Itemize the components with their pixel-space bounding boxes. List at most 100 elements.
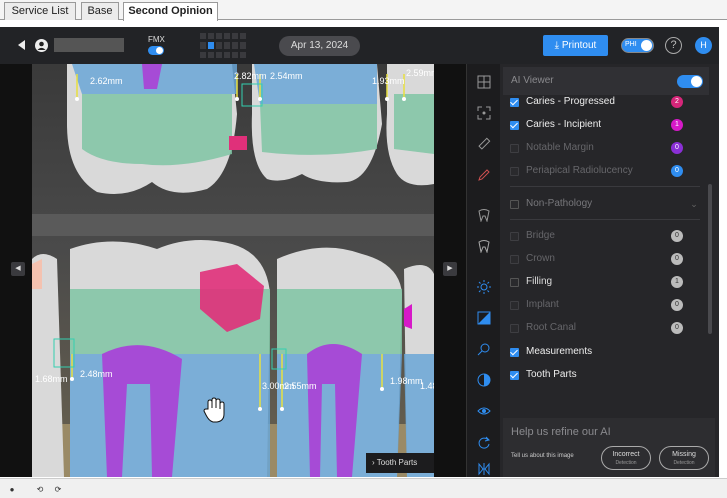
count-badge: 0 xyxy=(671,299,683,311)
count-badge: 0 xyxy=(671,142,683,154)
filter-label: Implant xyxy=(526,299,559,310)
measurement-label: 1.48 xyxy=(420,381,434,391)
filter-tooth-parts[interactable]: Tooth Parts xyxy=(510,367,690,383)
brightness-icon[interactable] xyxy=(474,277,494,297)
refine-subtitle: Tell us about this image xyxy=(511,453,574,459)
fmx-toggle[interactable] xyxy=(148,46,164,55)
filter-caries-incipient[interactable]: Caries - Incipient 1 xyxy=(510,117,690,133)
filter-label: Notable Margin xyxy=(526,142,594,153)
divider xyxy=(510,219,700,220)
button-sublabel: Detection xyxy=(615,460,637,466)
rotate-icon[interactable] xyxy=(474,433,494,453)
measurement-label: 1.93mm xyxy=(372,76,405,86)
filter-implant[interactable]: Implant 0 xyxy=(510,297,690,313)
checkbox[interactable] xyxy=(510,324,519,333)
missing-detection-button[interactable]: Missing Detection xyxy=(659,446,709,470)
exam-date-pill[interactable]: Apr 13, 2024 xyxy=(279,36,360,56)
focus-icon[interactable] xyxy=(474,103,494,123)
checkbox[interactable] xyxy=(510,98,519,107)
filter-filling[interactable]: Filling 1 xyxy=(510,274,690,290)
filter-measurements[interactable]: Measurements xyxy=(510,344,690,360)
checkbox[interactable] xyxy=(510,167,519,176)
filter-notable-margin[interactable]: Notable Margin 0 xyxy=(510,140,690,156)
filter-label: Measurements xyxy=(526,346,593,357)
redo-icon[interactable]: ⟳ xyxy=(52,484,64,496)
button-label: Missing xyxy=(672,451,696,458)
tooth-parts-tag[interactable]: › Tooth Parts xyxy=(366,453,434,473)
filter-label: Caries - Incipient xyxy=(526,119,602,130)
filter-caries-progressed[interactable]: Caries - Progressed 2 xyxy=(510,94,690,110)
tab-second-opinion[interactable]: Second Opinion xyxy=(123,2,218,21)
dot-icon[interactable]: ● xyxy=(6,484,18,496)
contrast-slope-icon[interactable] xyxy=(474,308,494,328)
invert-icon[interactable] xyxy=(474,370,494,390)
user-circle-icon xyxy=(34,38,48,52)
checkbox[interactable] xyxy=(510,371,519,380)
tab-service-list[interactable]: Service List xyxy=(4,2,76,20)
xray-image[interactable]: 2.62mm 2.82mm 2.54mm 1.93mm 2.59mm 1.68m… xyxy=(32,64,434,477)
phi-label: PHI xyxy=(625,41,637,48)
incorrect-detection-button[interactable]: Incorrect Detection xyxy=(601,446,651,470)
prev-image-button[interactable]: ◀ xyxy=(11,262,25,276)
flip-icon[interactable] xyxy=(474,459,494,479)
layout-icon[interactable] xyxy=(474,72,494,92)
filter-label: Tooth Parts xyxy=(526,369,577,380)
count-badge: 0 xyxy=(671,165,683,177)
filter-periapical-radiolucency[interactable]: Periapical Radiolucency 0 xyxy=(510,163,690,179)
measurement-label: 2.59mm xyxy=(406,68,434,78)
checkbox[interactable] xyxy=(510,200,519,209)
ai-viewer-title: AI Viewer xyxy=(511,75,554,86)
chevron-down-icon[interactable]: ⌄ xyxy=(688,198,700,210)
checkbox[interactable] xyxy=(510,232,519,241)
panel-scrollbar[interactable] xyxy=(708,184,712,334)
next-image-button[interactable]: ▶ xyxy=(443,262,457,276)
checkbox[interactable] xyxy=(510,121,519,130)
measurement-label: 2.82mm xyxy=(234,71,267,81)
filter-bridge[interactable]: Bridge 0 xyxy=(510,228,690,244)
bottom-toolbar: ● ⟲ ⟳ xyxy=(0,478,727,498)
checkbox[interactable] xyxy=(510,348,519,357)
phi-toggle[interactable]: PHI xyxy=(621,38,654,53)
measurement-label: 2.48mm xyxy=(80,369,113,379)
filter-label: Periapical Radiolucency xyxy=(526,165,633,176)
ruler-icon[interactable] xyxy=(474,134,494,154)
checkbox[interactable] xyxy=(510,278,519,287)
count-badge: 0 xyxy=(671,230,683,242)
download-icon: ⤓ xyxy=(554,40,562,51)
phi-knob xyxy=(641,40,652,51)
tooth-parts-tag-label: Tooth Parts xyxy=(376,458,418,467)
printout-button[interactable]: ⤓ Printout xyxy=(543,35,608,56)
count-badge: 1 xyxy=(671,119,683,131)
checkbox[interactable] xyxy=(510,144,519,153)
eye-icon[interactable] xyxy=(474,401,494,421)
fmx-thumbnail-grid[interactable] xyxy=(200,33,250,59)
filter-label: Crown xyxy=(526,253,555,264)
filter-root-canal[interactable]: Root Canal 0 xyxy=(510,320,690,336)
pen-icon[interactable] xyxy=(474,165,494,185)
refine-title: Help us refine our AI xyxy=(511,426,611,438)
measurement-label: 1.98mm xyxy=(390,376,423,386)
tab-base[interactable]: Base xyxy=(81,2,119,20)
triangle-left-icon[interactable] xyxy=(16,39,28,51)
ai-viewer-toggle[interactable] xyxy=(677,75,703,88)
section-label: Non-Pathology xyxy=(526,198,593,209)
count-badge: 0 xyxy=(671,253,683,265)
zoom-icon[interactable] xyxy=(474,339,494,359)
count-badge: 1 xyxy=(671,276,683,288)
tooth-outline-icon[interactable] xyxy=(474,236,494,256)
ai-viewer-panel: AI Viewer Caries - Progressed 2 Caries -… xyxy=(500,64,719,477)
filter-crown[interactable]: Crown 0 xyxy=(510,251,690,267)
undo-icon[interactable]: ⟲ xyxy=(34,484,46,496)
count-badge: 2 xyxy=(671,96,683,108)
non-pathology-section[interactable]: Non-Pathology ⌄ xyxy=(510,196,698,212)
question-circle-icon[interactable]: ? xyxy=(665,37,682,54)
measurement-label: 2.62mm xyxy=(90,76,123,86)
tooth-icon[interactable] xyxy=(474,205,494,225)
checkbox[interactable] xyxy=(510,255,519,264)
tab-bar: Service List Base Second Opinion xyxy=(0,0,727,21)
button-label: Incorrect xyxy=(612,451,640,458)
avatar[interactable]: H xyxy=(695,37,712,54)
filter-label: Filling xyxy=(526,276,553,287)
measurement-label: 1.68mm xyxy=(35,374,68,384)
checkbox[interactable] xyxy=(510,301,519,310)
